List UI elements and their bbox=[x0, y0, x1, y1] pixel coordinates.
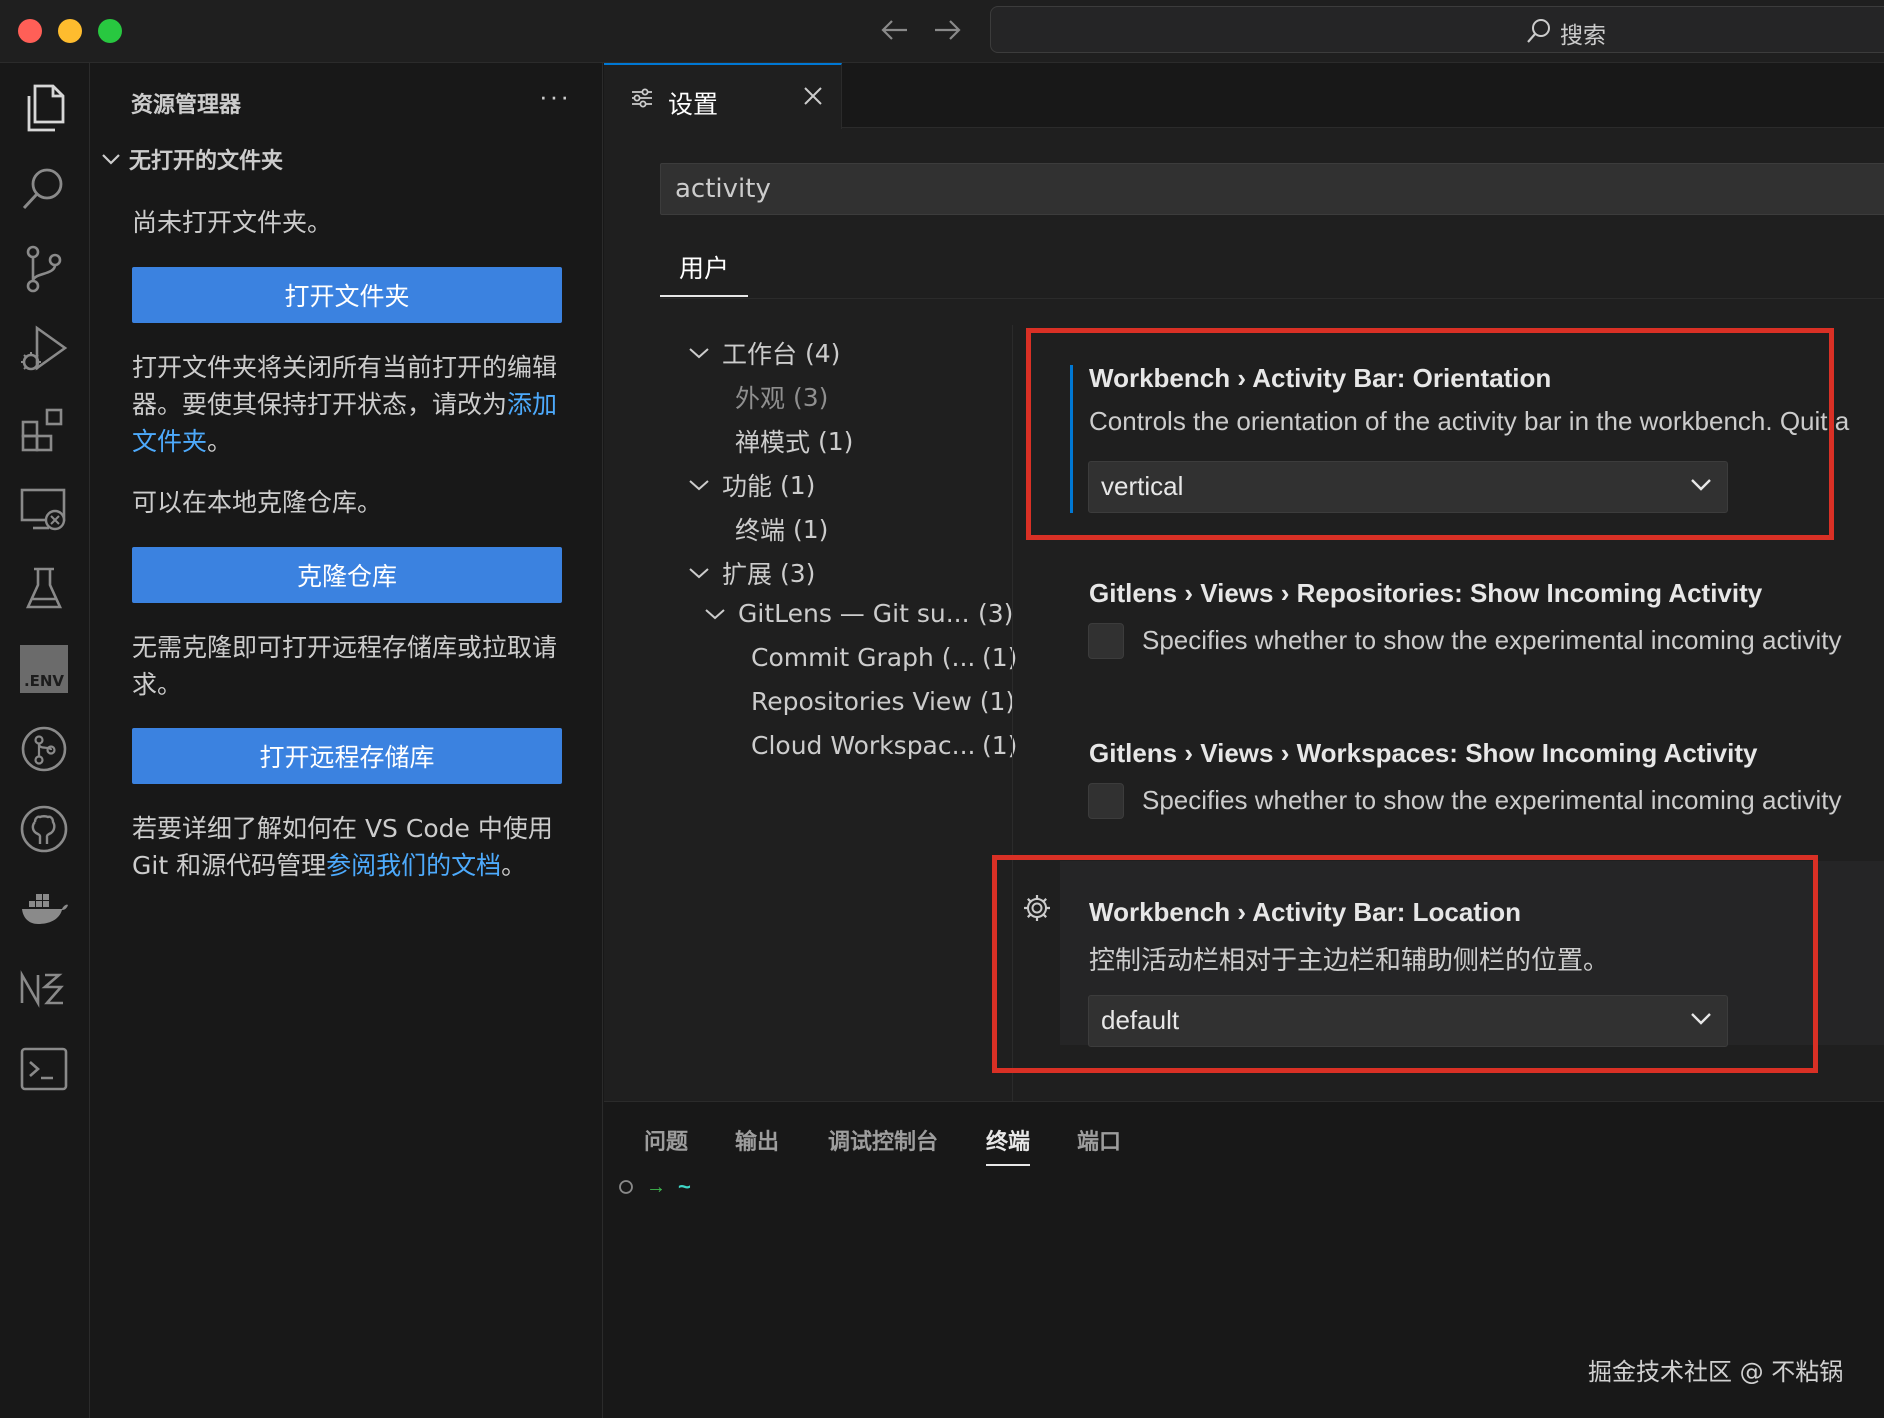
github-icon[interactable] bbox=[16, 801, 72, 857]
more-actions-icon[interactable]: ··· bbox=[539, 81, 571, 112]
title-bar: 搜索 bbox=[0, 0, 1884, 63]
command-center-label: 搜索 bbox=[1560, 23, 1606, 49]
back-arrow-icon[interactable] bbox=[878, 12, 912, 48]
toc-item-appearance[interactable]: 外观 (3) bbox=[735, 379, 828, 415]
prompt-arrow: → bbox=[646, 1175, 666, 1198]
toc-item-commit-graph[interactable]: Commit Graph (... bbox=[751, 643, 975, 672]
command-center-search[interactable]: 搜索 bbox=[990, 6, 1884, 53]
explorer-sidebar: 资源管理器 ··· 无打开的文件夹 尚未打开文件夹。 打开文件夹 打开文件夹将关… bbox=[91, 63, 603, 1418]
terminal-icon[interactable] bbox=[16, 1041, 72, 1097]
testing-icon[interactable] bbox=[16, 561, 72, 617]
setting-workspaces-incoming-activity: Gitlens › Views › Workspaces: Show Incom… bbox=[1089, 738, 1884, 769]
settings-editor: 设置 activity 用户 工作台 (4) 外观 (3) 禅模式 (1) 功能… bbox=[604, 63, 1884, 1101]
close-warning-text: 打开文件夹将关闭所有当前打开的编辑器。要使其保持打开状态，请改为 bbox=[132, 353, 558, 419]
toc-count: (3) bbox=[978, 599, 1014, 628]
no-folder-section-header[interactable]: 无打开的文件夹 bbox=[101, 143, 283, 175]
gitlens-icon[interactable] bbox=[16, 721, 72, 777]
clone-repo-button[interactable]: 克隆仓库 bbox=[132, 547, 562, 603]
terminal-prompt[interactable]: → ~ bbox=[618, 1174, 691, 1200]
tab-debug-console[interactable]: 调试控制台 bbox=[828, 1124, 938, 1156]
chevron-down-icon bbox=[705, 608, 725, 619]
section-title: 无打开的文件夹 bbox=[129, 149, 284, 174]
toc-item-cloud-workspaces[interactable]: Cloud Workspac... bbox=[751, 731, 975, 760]
search-icon bbox=[1526, 18, 1552, 49]
workspaces-incoming-checkbox[interactable] bbox=[1088, 783, 1124, 819]
explorer-icon[interactable] bbox=[16, 81, 72, 137]
tab-problems[interactable]: 问题 bbox=[644, 1124, 688, 1156]
sidebar-title: 资源管理器 bbox=[131, 93, 242, 118]
remote-text: 无需克隆即可打开远程存储库或拉取请求。 bbox=[132, 633, 558, 699]
setting-description: Specifies whether to show the experiment… bbox=[1142, 785, 1842, 815]
settings-sliders-icon bbox=[630, 87, 654, 114]
tab-ports[interactable]: 端口 bbox=[1077, 1124, 1121, 1156]
toc-item-zen-mode[interactable]: 禅模式 (1) bbox=[735, 423, 853, 459]
forward-arrow-icon[interactable] bbox=[930, 12, 964, 48]
activity-bar: .ENV bbox=[0, 63, 90, 1418]
scope-divider bbox=[660, 298, 1884, 299]
learn-more-paragraph: 若要详细了解如何在 VS Code 中使用 Git 和源代码管理参阅我们的文档。 bbox=[132, 814, 553, 880]
tab-label: 设置 bbox=[668, 90, 719, 119]
no-folder-text: 尚未打开文件夹。 bbox=[132, 208, 333, 237]
source-control-icon[interactable] bbox=[16, 241, 72, 297]
prompt-directory: ~ bbox=[678, 1174, 691, 1199]
highlight-box-location bbox=[992, 855, 1818, 1073]
chevron-down-icon bbox=[689, 480, 709, 491]
extensions-icon[interactable] bbox=[16, 401, 72, 457]
repositories-incoming-checkbox[interactable] bbox=[1088, 623, 1124, 659]
prompt-status-icon bbox=[619, 1180, 633, 1194]
editor-tab-bar: 设置 bbox=[604, 63, 1884, 129]
setting-title: Gitlens › Views › Repositories: Show Inc… bbox=[1089, 578, 1763, 608]
toc-item-features[interactable]: 功能 (1) bbox=[688, 467, 815, 503]
watermark: 掘金技术社区 @ 不粘锅 bbox=[1588, 1358, 1844, 1386]
chevron-down-icon bbox=[102, 154, 120, 165]
zoom-window-button[interactable] bbox=[98, 19, 122, 43]
run-debug-icon[interactable] bbox=[16, 321, 72, 377]
tab-settings[interactable]: 设置 bbox=[604, 63, 842, 129]
npm-icon[interactable] bbox=[16, 961, 72, 1017]
minimize-window-button[interactable] bbox=[58, 19, 82, 43]
search-icon[interactable] bbox=[16, 161, 72, 217]
close-warning-paragraph: 打开文件夹将关闭所有当前打开的编辑器。要使其保持打开状态，请改为添加文件夹。 bbox=[132, 353, 558, 456]
toc-item-repositories-view[interactable]: Repositories View (1) bbox=[751, 687, 1015, 716]
docs-link[interactable]: 参阅我们的文档 bbox=[326, 851, 501, 880]
bottom-panel: 问题 输出 调试控制台 终端 端口 → ~ 掘金技术社区 @ 不粘锅 bbox=[604, 1101, 1884, 1418]
tab-user-settings[interactable]: 用户 bbox=[660, 249, 748, 297]
docker-icon[interactable] bbox=[16, 881, 72, 937]
close-icon[interactable] bbox=[802, 85, 824, 112]
setting-title: Gitlens › Views › Workspaces: Show Incom… bbox=[1089, 738, 1758, 768]
open-remote-repo-button[interactable]: 打开远程存储库 bbox=[132, 728, 562, 784]
clone-hint-text: 可以在本地克隆仓库。 bbox=[132, 488, 383, 517]
open-folder-button[interactable]: 打开文件夹 bbox=[132, 267, 562, 323]
highlight-box-orientation bbox=[1026, 328, 1834, 540]
chevron-down-icon bbox=[689, 568, 709, 579]
tab-terminal[interactable]: 终端 bbox=[986, 1124, 1031, 1166]
toc-item-workbench[interactable]: 工作台 (4) bbox=[688, 335, 840, 371]
toc-item-terminal[interactable]: 终端 (1) bbox=[735, 511, 828, 547]
remote-explorer-icon[interactable] bbox=[16, 481, 72, 537]
tab-output[interactable]: 输出 bbox=[735, 1124, 779, 1156]
settings-search-value: activity bbox=[675, 174, 771, 204]
settings-search-input[interactable]: activity bbox=[660, 163, 1884, 215]
chevron-down-icon bbox=[689, 348, 709, 359]
close-window-button[interactable] bbox=[18, 19, 42, 43]
toc-item-gitlens[interactable]: GitLens — Git su... bbox=[704, 599, 970, 628]
setting-description: Specifies whether to show the experiment… bbox=[1142, 625, 1842, 655]
dotenv-icon[interactable]: .ENV bbox=[16, 641, 72, 697]
setting-repositories-incoming-activity: Gitlens › Views › Repositories: Show Inc… bbox=[1089, 578, 1884, 609]
toc-item-extensions[interactable]: 扩展 (3) bbox=[688, 555, 815, 591]
